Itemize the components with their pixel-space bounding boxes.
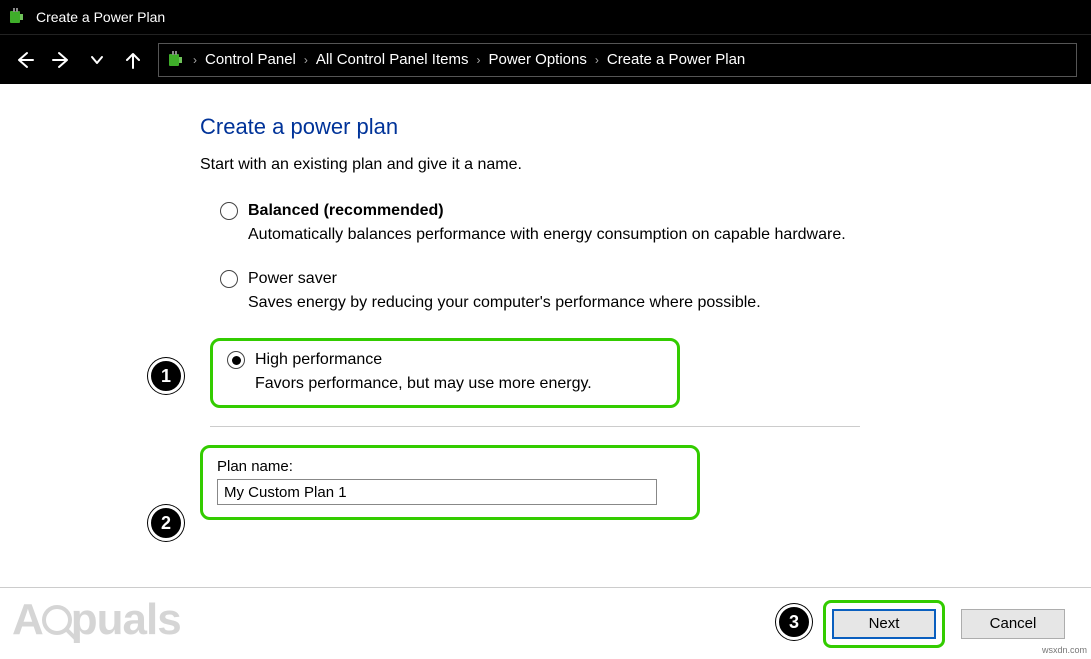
- chevron-right-icon: ›: [474, 53, 482, 67]
- radio-power-saver[interactable]: [220, 270, 238, 288]
- highlight-high-performance: High performance Favors performance, but…: [210, 338, 680, 408]
- up-button[interactable]: [122, 49, 144, 71]
- address-icon: [167, 51, 185, 69]
- page-subheading: Start with an existing plan and give it …: [200, 156, 1091, 174]
- nav-bar: › Control Panel › All Control Panel Item…: [0, 34, 1091, 84]
- plan-desc: Automatically balances performance with …: [220, 226, 1091, 244]
- plan-balanced[interactable]: Balanced (recommended) Automatically bal…: [200, 202, 1091, 244]
- title-bar: Create a Power Plan: [0, 0, 1091, 34]
- plan-name-input[interactable]: [217, 479, 657, 505]
- plan-label: Balanced (recommended): [248, 202, 444, 220]
- step-badge-3: 3: [776, 604, 812, 640]
- page-heading: Create a power plan: [200, 114, 1091, 140]
- history-dropdown[interactable]: [86, 49, 108, 71]
- step-badge-1: 1: [148, 358, 184, 394]
- breadcrumb-item[interactable]: Power Options: [488, 51, 586, 68]
- app-icon: [8, 8, 26, 26]
- plan-label: High performance: [255, 351, 382, 369]
- highlight-next-button: Next: [823, 600, 945, 648]
- chevron-right-icon: ›: [302, 53, 310, 67]
- plan-high-performance[interactable]: High performance Favors performance, but…: [227, 351, 663, 393]
- chevron-right-icon: ›: [191, 53, 199, 67]
- plan-label: Power saver: [248, 270, 337, 288]
- highlight-plan-name: Plan name:: [200, 445, 700, 520]
- chevron-right-icon: ›: [593, 53, 601, 67]
- plan-desc: Favors performance, but may use more ene…: [227, 375, 663, 393]
- breadcrumb-item[interactable]: Create a Power Plan: [607, 51, 745, 68]
- step-badge-2: 2: [148, 505, 184, 541]
- window-title: Create a Power Plan: [36, 9, 165, 25]
- bottom-bar: Next Cancel: [0, 587, 1091, 659]
- cancel-button[interactable]: Cancel: [961, 609, 1065, 639]
- breadcrumb-item[interactable]: Control Panel: [205, 51, 296, 68]
- radio-high-performance[interactable]: [227, 351, 245, 369]
- plan-name-label: Plan name:: [217, 458, 683, 475]
- plan-power-saver[interactable]: Power saver Saves energy by reducing you…: [200, 270, 1091, 312]
- breadcrumb-item[interactable]: All Control Panel Items: [316, 51, 469, 68]
- plan-desc: Saves energy by reducing your computer's…: [220, 294, 1091, 312]
- next-button[interactable]: Next: [832, 609, 936, 639]
- address-bar[interactable]: › Control Panel › All Control Panel Item…: [158, 43, 1077, 77]
- back-button[interactable]: [14, 49, 36, 71]
- forward-button[interactable]: [50, 49, 72, 71]
- source-text: wsxdn.com: [1042, 645, 1087, 655]
- divider: [210, 426, 860, 427]
- radio-balanced[interactable]: [220, 202, 238, 220]
